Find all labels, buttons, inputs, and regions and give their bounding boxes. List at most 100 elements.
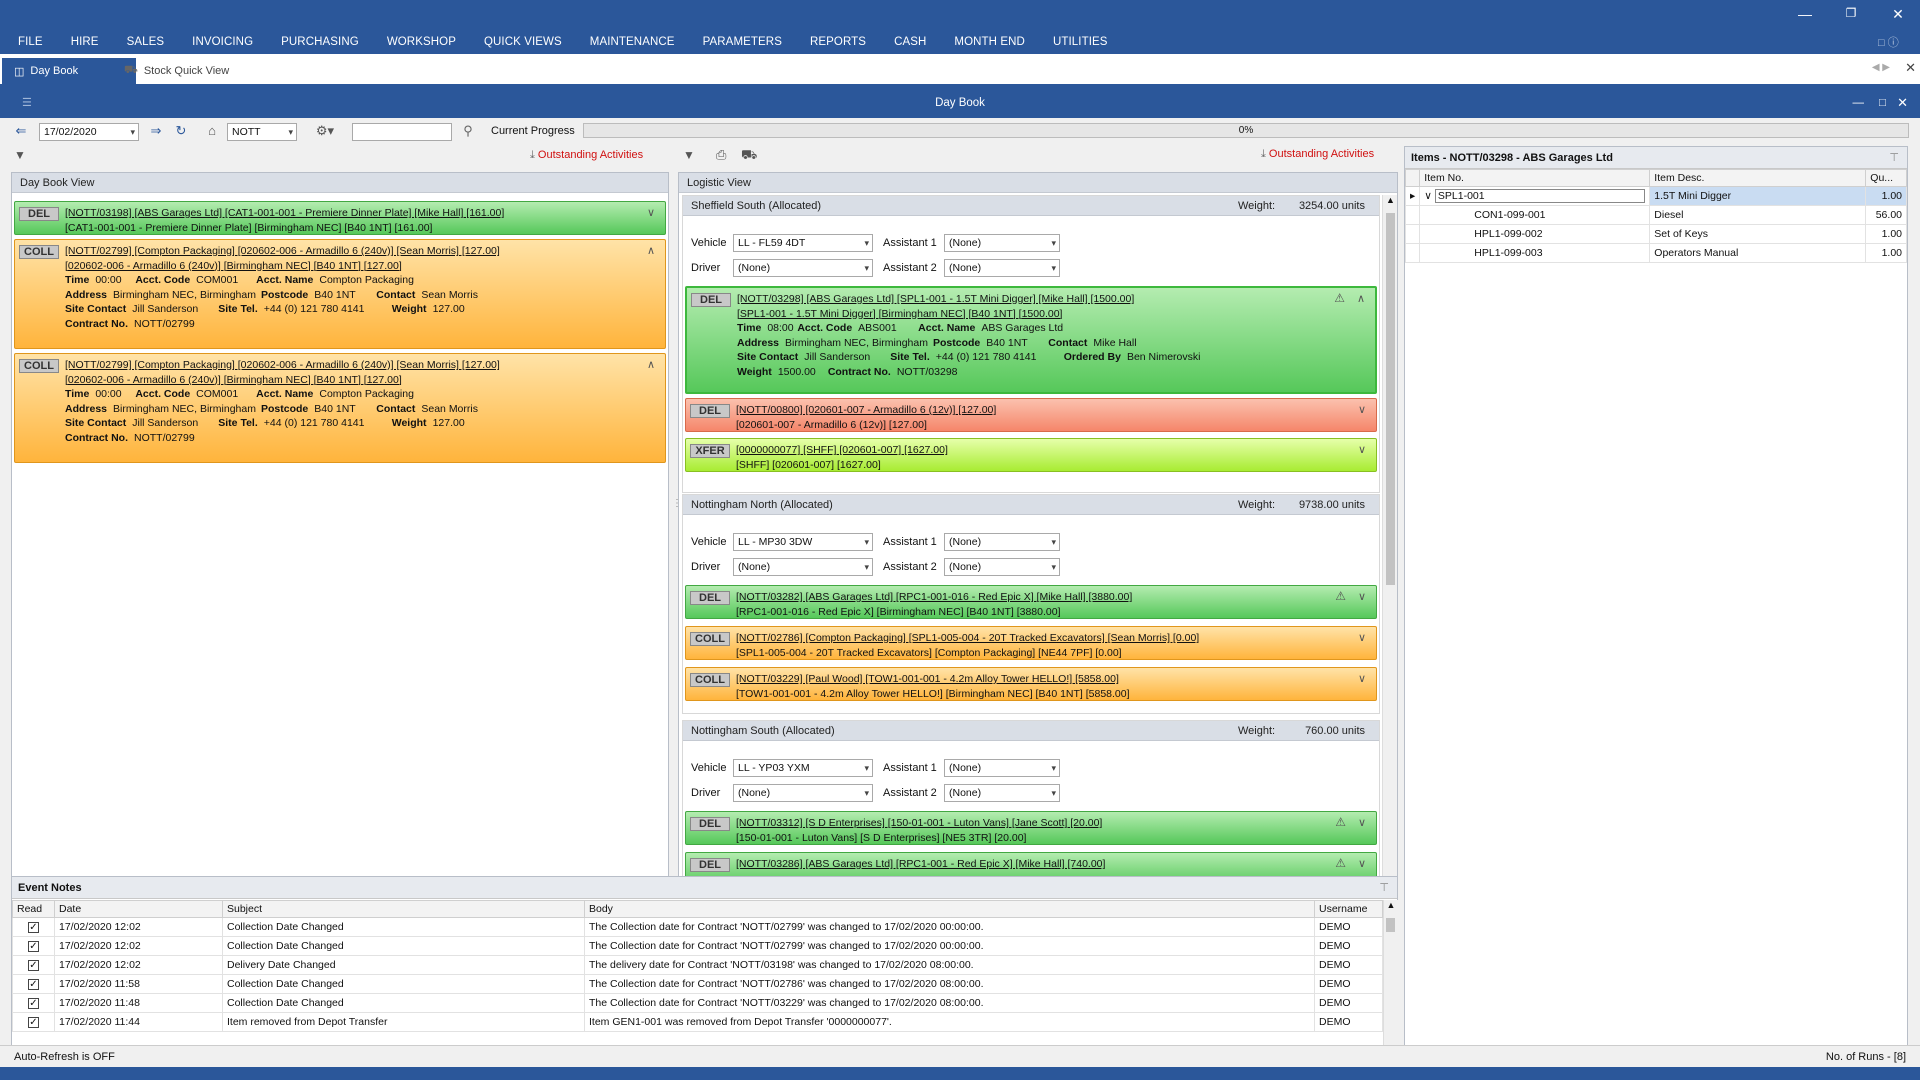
collapse-icon[interactable]: ∨ <box>1424 190 1435 202</box>
table-row[interactable]: ✓ 17/02/2020 12:02 Collection Date Changed… <box>12 936 1383 956</box>
daybook-card-coll-1[interactable]: COLL [NOTT/02799] [Compton Packaging] [0… <box>14 239 666 349</box>
chevron-up-icon[interactable]: ∧ <box>647 244 655 259</box>
menu-cash[interactable]: CASH <box>894 36 926 48</box>
pin-icon[interactable]: ⊤ <box>1379 877 1389 899</box>
chevron-down-icon[interactable]: ∨ <box>1358 590 1366 605</box>
card-line1[interactable]: [NOTT/03229] [Paul Wood] [TOW1-001-001 -… <box>736 672 1370 687</box>
minimize-icon[interactable]: — <box>1790 6 1820 22</box>
col-body[interactable]: Body <box>584 900 1315 918</box>
menu-hire[interactable]: HIRE <box>71 36 99 48</box>
close-tab-icon[interactable]: ✕ <box>1905 60 1916 76</box>
chevron-up-icon[interactable]: ∧ <box>1357 292 1365 307</box>
daybook-card-del[interactable]: DEL [NOTT/03198] [ABS Garages Ltd] [CAT1… <box>14 201 666 235</box>
chevron-down-icon[interactable]: ∨ <box>1358 443 1366 458</box>
menu-reports[interactable]: REPORTS <box>810 36 866 48</box>
col-read[interactable]: Read <box>12 900 55 918</box>
assistant2-select[interactable]: (None) <box>944 784 1060 802</box>
chevron-down-icon[interactable]: ∨ <box>1358 857 1366 872</box>
run-header[interactable]: Nottingham North (Allocated) Weight: 973… <box>683 495 1379 515</box>
scroll-thumb[interactable] <box>1386 918 1395 932</box>
chevron-down-icon[interactable]: ∨ <box>647 206 655 221</box>
chevron-down-icon[interactable]: ∨ <box>1358 816 1366 831</box>
panel-maximize-icon[interactable]: □ <box>1879 88 1886 118</box>
home-icon[interactable]: ⌂ <box>203 122 221 140</box>
table-row[interactable]: ✓ 17/02/2020 12:02 Collection Date Changed… <box>12 917 1383 937</box>
card-line1[interactable]: [NOTT/03282] [ABS Garages Ltd] [RPC1-001… <box>736 590 1370 605</box>
table-row[interactable]: ✓ 17/02/2020 11:44 Item removed from Depot… <box>12 1012 1383 1032</box>
read-checkbox[interactable]: ✓ <box>28 960 39 971</box>
run-header[interactable]: Sheffield South (Allocated) Weight: 3254… <box>683 196 1379 216</box>
depot-select[interactable]: NOTT <box>227 123 297 141</box>
forward-arrow-icon[interactable]: ⇒ <box>147 122 165 140</box>
scroll-thumb[interactable] <box>1386 213 1395 585</box>
read-checkbox[interactable]: ✓ <box>28 922 39 933</box>
logistic-card-selected[interactable]: DEL [NOTT/03298] [ABS Garages Ltd] [SPL1… <box>685 286 1377 394</box>
assistant1-select[interactable]: (None) <box>944 759 1060 777</box>
outstanding-activities-link-left[interactable]: ⤓ Outstanding Activities <box>530 149 643 162</box>
restore-icon[interactable]: ❐ <box>1836 6 1866 20</box>
logistic-card-del[interactable]: DEL [NOTT/03282] [ABS Garages Ltd] [RPC1… <box>685 585 1377 619</box>
menu-month-end[interactable]: MONTH END <box>954 36 1025 48</box>
chevron-down-icon[interactable]: ∨ <box>1358 672 1366 687</box>
help-icon[interactable]: □ ⓘ <box>1878 34 1899 50</box>
tab-scroll-arrows[interactable]: ◀ ▶ <box>1872 62 1890 73</box>
warning-icon[interactable]: ⚠ <box>1334 291 1345 306</box>
item-no-cell[interactable]: SPL1-001 <box>1434 189 1645 203</box>
warning-icon[interactable]: ⚠ <box>1335 815 1346 830</box>
card-line1[interactable]: [0000000077] [SHFF] [020601-007] [1627.0… <box>736 443 1370 458</box>
chevron-up-icon[interactable]: ∧ <box>647 358 655 373</box>
card-line2[interactable]: [020602-006 - Armadillo 6 (240v)] [Birmi… <box>65 259 659 274</box>
col-item-desc[interactable]: Item Desc. <box>1649 169 1867 187</box>
table-row[interactable]: ✓ 17/02/2020 11:58 Collection Date Changed… <box>12 974 1383 994</box>
col-item-no[interactable]: Item No. <box>1419 169 1651 187</box>
close-icon[interactable]: ✕ <box>1883 6 1913 23</box>
back-arrow-icon[interactable]: ⇐ <box>12 122 30 140</box>
date-picker[interactable]: 17/02/2020 <box>39 123 139 141</box>
table-row[interactable]: HPL1-099-003 Operators Manual 1.00 <box>1404 243 1907 263</box>
panel-close-icon[interactable]: ✕ <box>1897 88 1908 118</box>
col-date[interactable]: Date <box>54 900 223 918</box>
card-line1[interactable]: [NOTT/03198] [ABS Garages Ltd] [CAT1-001… <box>65 206 659 221</box>
scroll-up-icon[interactable]: ▲ <box>1384 900 1398 910</box>
auto-refresh-status[interactable]: Auto-Refresh is OFF <box>14 1046 115 1068</box>
logistic-filter-icon[interactable]: ▼ <box>683 146 695 164</box>
logistic-card-del[interactable]: DEL [NOTT/03312] [S D Enterprises] [150-… <box>685 811 1377 845</box>
table-row[interactable]: ✓ 17/02/2020 11:48 Collection Date Changed… <box>12 993 1383 1013</box>
table-row[interactable]: CON1-099-001 Diesel 56.00 <box>1404 205 1907 225</box>
logistic-card-del-red[interactable]: DEL [NOTT/00800] [020601-007 - Armadillo… <box>685 398 1377 432</box>
read-checkbox[interactable]: ✓ <box>28 1017 39 1028</box>
menu-quick-views[interactable]: QUICK VIEWS <box>484 36 562 48</box>
menu-maintenance[interactable]: MAINTENANCE <box>590 36 675 48</box>
menu-workshop[interactable]: WORKSHOP <box>387 36 456 48</box>
menu-file[interactable]: FILE <box>18 36 43 48</box>
col-qty[interactable]: Qu... <box>1865 169 1907 187</box>
table-row[interactable]: ✓ 17/02/2020 12:02 Delivery Date Changed Th… <box>12 955 1383 975</box>
table-row[interactable]: HPL1-099-002 Set of Keys 1.00 <box>1404 224 1907 244</box>
col-subject[interactable]: Subject <box>222 900 585 918</box>
vehicle-select[interactable]: LL - FL59 4DT <box>733 234 873 252</box>
search-icon[interactable]: ⚲ <box>459 122 477 140</box>
card-line2[interactable]: [SPL1-001 - 1.5T Mini Digger] [Birmingha… <box>737 307 1369 322</box>
warning-icon[interactable]: ⚠ <box>1335 856 1346 871</box>
menu-invoicing[interactable]: INVOICING <box>192 36 253 48</box>
assistant1-select[interactable]: (None) <box>944 234 1060 252</box>
outstanding-activities-link-right[interactable]: ⤓ Outstanding Activities <box>1261 148 1374 161</box>
vehicle-select[interactable]: LL - MP30 3DW <box>733 533 873 551</box>
col-username[interactable]: Username <box>1314 900 1383 918</box>
card-line1[interactable]: [NOTT/03298] [ABS Garages Ltd] [SPL1-001… <box>737 292 1369 307</box>
assistant2-select[interactable]: (None) <box>944 558 1060 576</box>
menu-parameters[interactable]: PARAMETERS <box>703 36 782 48</box>
driver-select[interactable]: (None) <box>733 784 873 802</box>
logistic-card-xfer[interactable]: XFER [0000000077] [SHFF] [020601-007] [1… <box>685 438 1377 472</box>
driver-select[interactable]: (None) <box>733 259 873 277</box>
menu-utilities[interactable]: UTILITIES <box>1053 36 1108 48</box>
logistic-card-coll[interactable]: COLL [NOTT/03229] [Paul Wood] [TOW1-001-… <box>685 667 1377 701</box>
table-row[interactable]: ▸ ∨ SPL1-001 1.5T Mini Digger 1.00 <box>1404 186 1907 206</box>
refresh-icon[interactable]: ↻ <box>172 122 190 140</box>
card-line1[interactable]: [NOTT/02799] [Compton Packaging] [020602… <box>65 358 659 373</box>
vehicle-select[interactable]: LL - YP03 YXM <box>733 759 873 777</box>
settings-gear-icon[interactable]: ⚙▾ <box>312 122 338 140</box>
assistant1-select[interactable]: (None) <box>944 533 1060 551</box>
menu-purchasing[interactable]: PURCHASING <box>281 36 359 48</box>
run-header[interactable]: Nottingham South (Allocated) Weight: 760… <box>683 721 1379 741</box>
